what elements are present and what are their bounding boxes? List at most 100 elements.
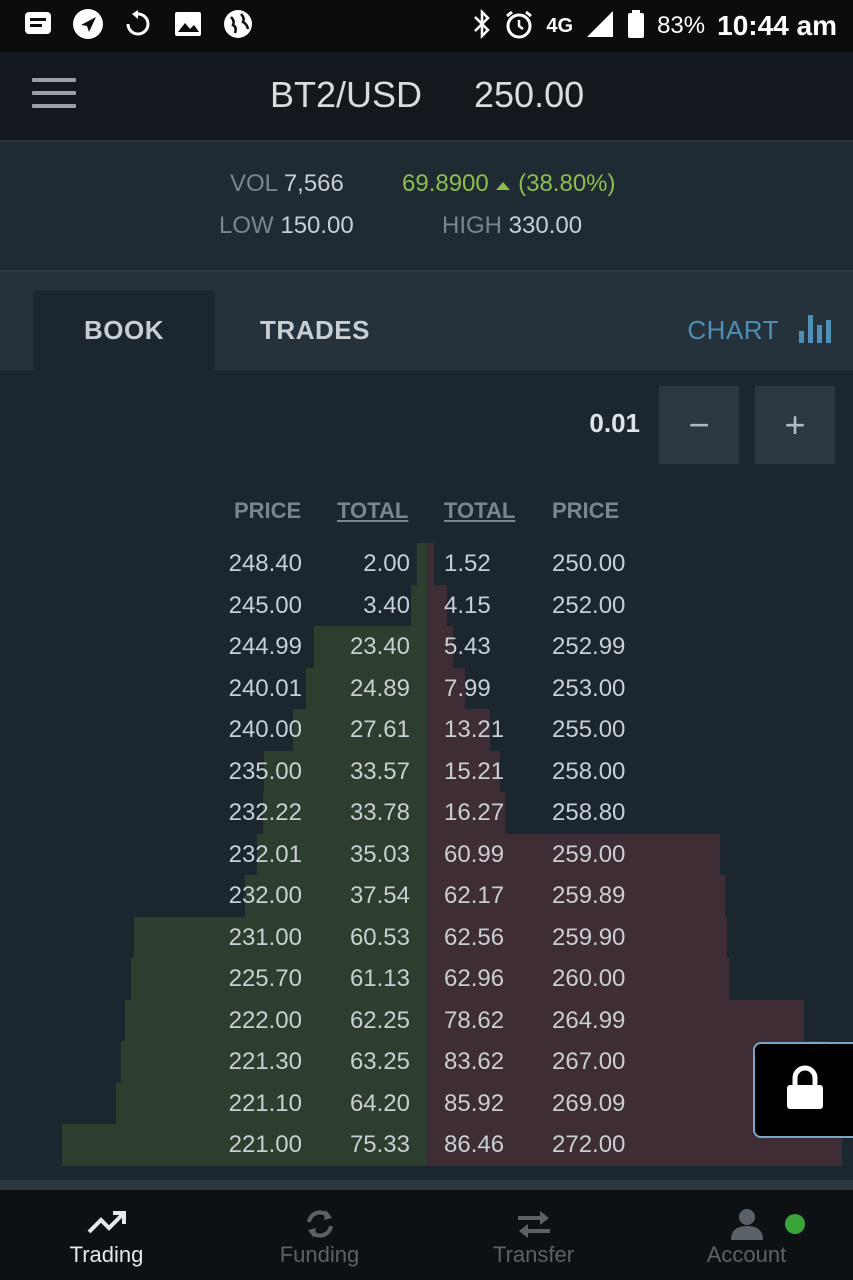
bid-total[interactable]: 27.61 [315, 709, 410, 751]
bid-price[interactable]: 221.00 [190, 1124, 302, 1166]
ask-total[interactable]: 5.43 [444, 626, 544, 668]
pair-title: BT2/USD [270, 74, 423, 115]
ask-total[interactable]: 1.52 [444, 543, 544, 585]
tab-chart[interactable]: CHART [673, 290, 833, 370]
ask-price[interactable]: 264.99 [552, 1000, 652, 1042]
user-icon [727, 1208, 767, 1240]
ask-total[interactable]: 7.99 [444, 668, 544, 710]
tab-bar: BOOK TRADES CHART [0, 270, 853, 370]
bid-total[interactable]: 61.13 [315, 958, 410, 1000]
bid-price[interactable]: 240.01 [190, 668, 302, 710]
ask-price[interactable]: 259.00 [552, 834, 652, 876]
ask-total[interactable]: 83.62 [444, 1041, 544, 1083]
ask-price[interactable]: 258.00 [552, 751, 652, 793]
bar-chart-icon [799, 311, 833, 350]
bid-price[interactable]: 232.01 [190, 834, 302, 876]
bid-total[interactable]: 60.53 [315, 917, 410, 959]
ask-price[interactable]: 250.00 [552, 543, 652, 585]
ask-total[interactable]: 13.21 [444, 709, 544, 751]
bid-total[interactable]: 33.57 [315, 751, 410, 793]
low-label: LOW [219, 212, 274, 239]
ask-total[interactable]: 60.99 [444, 834, 544, 876]
tab-book[interactable]: BOOK [33, 290, 215, 370]
bid-price[interactable]: 231.00 [190, 917, 302, 959]
ask-price[interactable]: 269.09 [552, 1083, 652, 1125]
bid-price[interactable]: 235.00 [190, 751, 302, 793]
high-label: HIGH [442, 212, 502, 239]
bid-price[interactable]: 225.70 [190, 958, 302, 1000]
status-bar: 4G 83% 10:44 am [0, 0, 853, 52]
alarm-icon [504, 9, 534, 44]
ask-total[interactable]: 78.62 [444, 1000, 544, 1042]
price-step-value: 0.01 [589, 408, 640, 438]
ask-price[interactable]: 259.90 [552, 917, 652, 959]
ask-price[interactable]: 258.80 [552, 792, 652, 834]
online-status-dot [785, 1214, 805, 1234]
ask-price[interactable]: 259.89 [552, 875, 652, 917]
ask-total[interactable]: 16.27 [444, 792, 544, 834]
chart-label: CHART [687, 314, 779, 345]
battery-icon [627, 9, 645, 44]
menu-icon[interactable] [32, 78, 76, 114]
divider [0, 1180, 853, 1190]
bid-total[interactable]: 2.00 [315, 543, 410, 585]
ask-total[interactable]: 62.56 [444, 917, 544, 959]
ask-price[interactable]: 253.00 [552, 668, 652, 710]
volume-label: VOL [230, 170, 278, 197]
bid-total[interactable]: 24.89 [315, 668, 410, 710]
decrease-step-button[interactable]: − [659, 386, 739, 464]
notification-icon [22, 8, 54, 40]
bid-total[interactable]: 35.03 [315, 834, 410, 876]
bid-total[interactable]: 63.25 [315, 1041, 410, 1083]
ask-price[interactable]: 267.00 [552, 1041, 652, 1083]
image-icon [172, 8, 204, 40]
bid-price[interactable]: 232.00 [190, 875, 302, 917]
ask-depth-bar [427, 543, 434, 585]
low-value: 150.00 [280, 212, 354, 239]
bid-price[interactable]: 221.10 [190, 1083, 302, 1125]
signal-icon [585, 9, 615, 44]
ask-total[interactable]: 62.96 [444, 958, 544, 1000]
bid-total[interactable]: 62.25 [315, 1000, 410, 1042]
ask-total[interactable]: 62.17 [444, 875, 544, 917]
nav-funding-label: Funding [279, 1242, 360, 1267]
nav-account-label: Account [706, 1242, 787, 1267]
ask-total[interactable]: 4.15 [444, 585, 544, 627]
bid-total[interactable]: 3.40 [315, 585, 410, 627]
clock: 10:44 am [717, 10, 837, 41]
ask-price[interactable]: 260.00 [552, 958, 652, 1000]
ask-price[interactable]: 255.00 [552, 709, 652, 751]
sync-icon [122, 8, 154, 40]
bid-price[interactable]: 248.40 [190, 543, 302, 585]
bid-total[interactable]: 33.78 [315, 792, 410, 834]
ask-price[interactable]: 252.99 [552, 626, 652, 668]
up-arrow-icon [495, 170, 518, 197]
ask-total[interactable]: 86.46 [444, 1124, 544, 1166]
bid-price[interactable]: 232.22 [190, 792, 302, 834]
increase-step-button[interactable]: + [755, 386, 835, 464]
ask-price[interactable]: 272.00 [552, 1124, 652, 1166]
nav-trading[interactable]: Trading [0, 1190, 213, 1280]
nav-transfer[interactable]: Transfer [427, 1190, 640, 1280]
ask-total[interactable]: 85.92 [444, 1083, 544, 1125]
bid-price[interactable]: 244.99 [190, 626, 302, 668]
bid-price[interactable]: 222.00 [190, 1000, 302, 1042]
bid-price[interactable]: 221.30 [190, 1041, 302, 1083]
nav-funding[interactable]: Funding [213, 1190, 426, 1280]
bid-price[interactable]: 245.00 [190, 585, 302, 627]
bid-price[interactable]: 240.00 [190, 709, 302, 751]
bid-depth-bar [411, 585, 427, 627]
bid-total[interactable]: 37.54 [315, 875, 410, 917]
ask-total-header[interactable]: TOTAL [444, 498, 515, 524]
bid-total-header[interactable]: TOTAL [337, 498, 408, 524]
ask-price[interactable]: 252.00 [552, 585, 652, 627]
battery-percentage: 83% [657, 12, 706, 39]
tab-trades[interactable]: TRADES [230, 290, 400, 370]
nav-account[interactable]: Account [640, 1190, 853, 1280]
ask-total[interactable]: 15.21 [444, 751, 544, 793]
bid-total[interactable]: 75.33 [315, 1124, 410, 1166]
bid-total[interactable]: 23.40 [315, 626, 410, 668]
app-header: BT2/USD 250.00 [0, 52, 853, 140]
bid-total[interactable]: 64.20 [315, 1083, 410, 1125]
lock-button[interactable] [753, 1042, 853, 1138]
